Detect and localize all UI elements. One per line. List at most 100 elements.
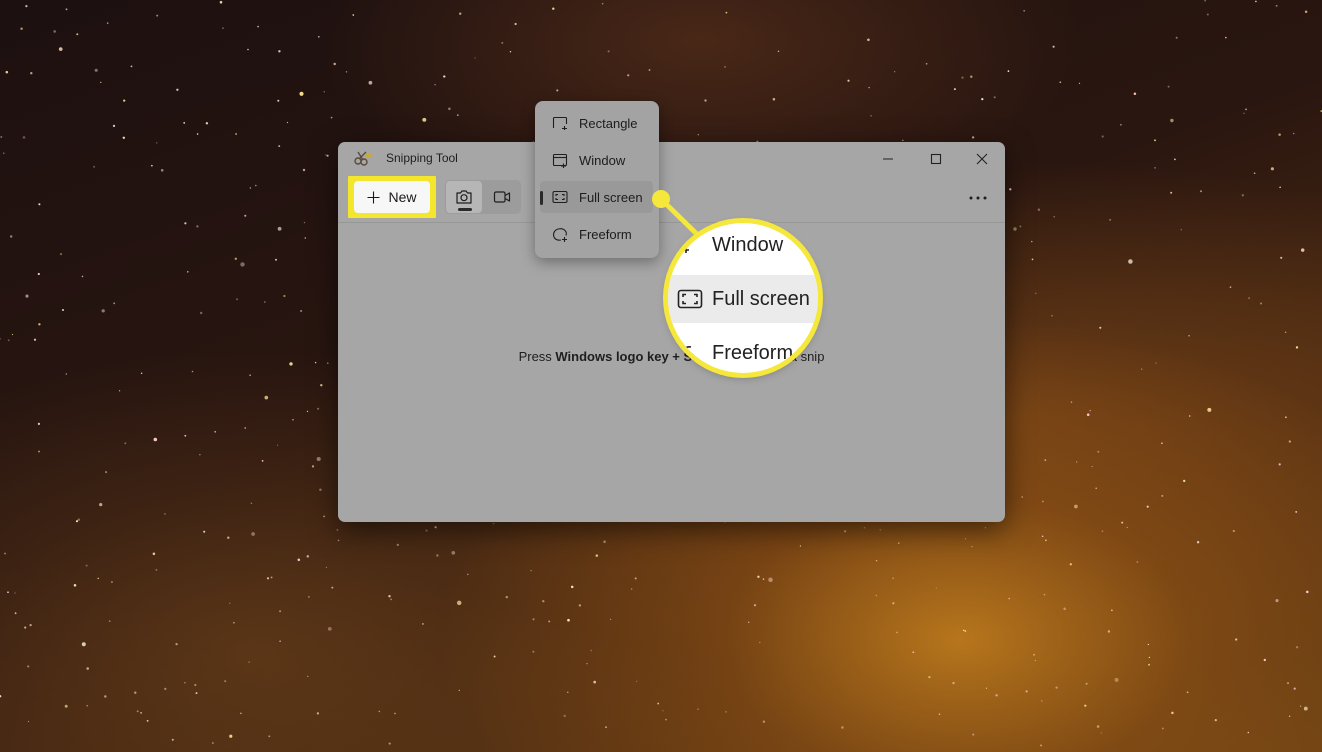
star [595, 554, 599, 557]
star [235, 298, 239, 301]
star [867, 38, 870, 42]
star [1284, 331, 1287, 333]
star [1188, 415, 1191, 417]
star [1147, 643, 1150, 646]
star [1288, 715, 1291, 717]
star [268, 735, 271, 738]
star [317, 35, 320, 38]
star [261, 460, 264, 462]
star [747, 621, 750, 624]
star [1041, 535, 1044, 538]
star [175, 642, 178, 646]
star [563, 714, 566, 718]
star [1013, 227, 1017, 231]
star [1275, 599, 1279, 603]
menu-item-rectangle[interactable]: Rectangle [540, 107, 653, 139]
menu-item-label: Full screen [579, 189, 643, 205]
star [184, 222, 187, 225]
star [276, 444, 279, 446]
freeform-snip-icon [668, 345, 712, 361]
star [1293, 687, 1296, 690]
star [1097, 450, 1100, 453]
star [1225, 36, 1227, 39]
star [1133, 92, 1137, 95]
star [14, 592, 16, 594]
star [320, 383, 323, 387]
star [76, 33, 79, 36]
star [191, 370, 194, 373]
new-button[interactable]: New [354, 181, 430, 213]
star [337, 539, 340, 542]
star [7, 339, 10, 342]
menu-item-freeform[interactable]: Freeform [540, 218, 653, 250]
star [29, 623, 32, 627]
star [388, 742, 391, 745]
star [1055, 686, 1058, 689]
star [110, 581, 113, 584]
star [1206, 13, 1209, 16]
star [323, 91, 325, 93]
star [985, 687, 988, 689]
fullscreen-snip-icon [551, 188, 569, 206]
star [37, 272, 40, 276]
star [184, 434, 187, 437]
minimize-button[interactable] [865, 146, 911, 172]
menu-item-full-screen[interactable]: Full screen [540, 181, 653, 213]
star [1304, 10, 1308, 13]
star [421, 622, 424, 625]
star [279, 610, 282, 613]
star [1076, 461, 1078, 463]
maximize-button[interactable] [913, 146, 959, 172]
star [1306, 590, 1309, 594]
star [352, 14, 355, 16]
star [509, 50, 512, 53]
menu-item-window[interactable]: Window [540, 144, 653, 176]
star [1023, 9, 1026, 12]
star [184, 682, 186, 684]
star [993, 96, 996, 99]
star [249, 187, 252, 189]
star [247, 48, 249, 51]
star [317, 407, 320, 410]
fullscreen-snip-icon [668, 289, 712, 309]
star [1260, 302, 1263, 305]
star [962, 629, 965, 631]
star [961, 76, 964, 79]
star [1154, 167, 1156, 169]
star [307, 675, 309, 678]
star [970, 75, 973, 78]
see-more-button[interactable] [958, 186, 998, 210]
star [1045, 539, 1047, 542]
window-snip-icon [668, 237, 712, 253]
star [1035, 292, 1037, 295]
star [704, 99, 707, 102]
star [94, 68, 98, 72]
zoom-row-full-screen: Full screen [668, 275, 818, 323]
title-bar[interactable]: Snipping Tool [338, 142, 1005, 174]
star [99, 502, 103, 507]
star [336, 529, 339, 531]
record-mode-button[interactable] [484, 181, 520, 213]
star [981, 97, 984, 101]
star [176, 88, 179, 91]
star [1059, 81, 1062, 84]
star [1280, 256, 1283, 259]
star [892, 602, 895, 605]
close-button[interactable] [959, 146, 1005, 172]
minimize-icon [883, 158, 893, 160]
star [1009, 188, 1012, 191]
snip-mode-button[interactable] [446, 181, 482, 213]
star [567, 691, 569, 694]
new-button-label: New [388, 189, 417, 205]
star [263, 301, 266, 303]
star [1044, 459, 1047, 461]
star [971, 545, 973, 548]
star [224, 680, 227, 683]
star [227, 536, 230, 539]
star [136, 710, 139, 713]
star [33, 338, 37, 341]
star [152, 552, 156, 556]
star [1007, 70, 1010, 72]
star [278, 145, 281, 148]
star [593, 680, 596, 684]
